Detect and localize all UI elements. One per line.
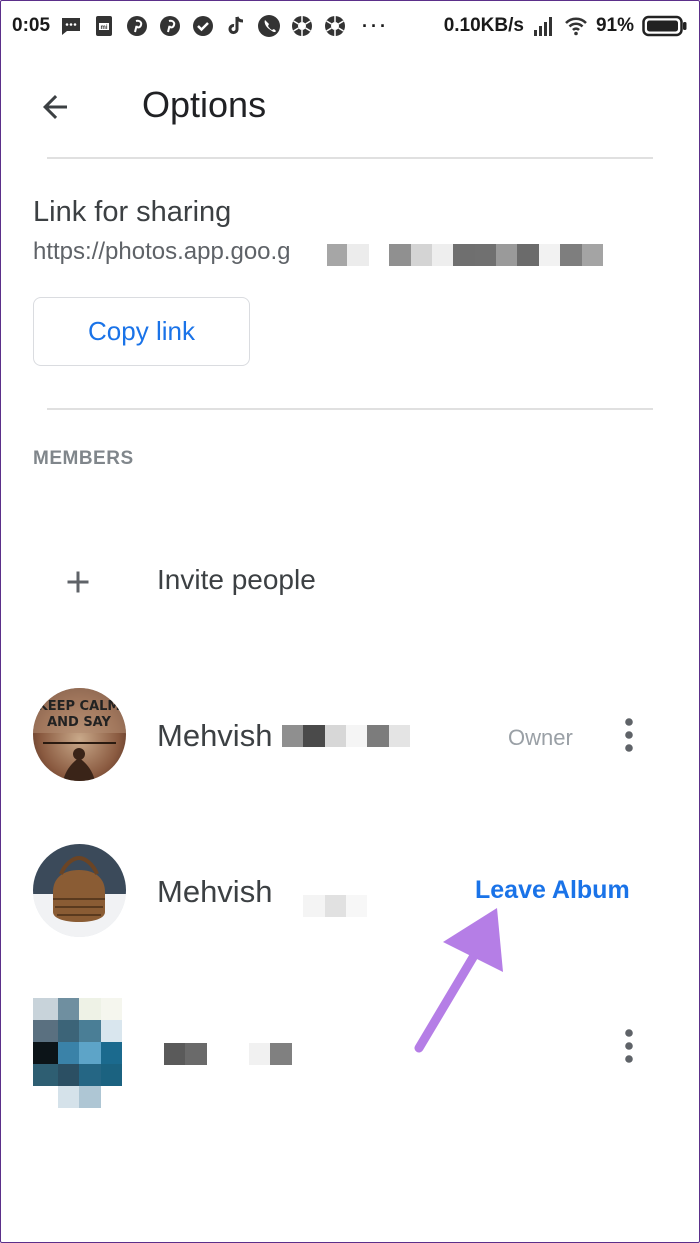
pinterest-icon xyxy=(125,14,149,38)
invite-people-label: Invite people xyxy=(157,564,316,595)
aperture-icon xyxy=(290,14,314,38)
sharing-label: Link for sharing xyxy=(33,196,232,228)
tiktok-icon xyxy=(224,14,248,38)
more-options-button[interactable] xyxy=(612,1024,646,1068)
status-bar-right: 0.10KB/s 91% xyxy=(444,14,688,38)
avatar: KEEP CALM AND SAY xyxy=(33,688,126,781)
phone-icon xyxy=(257,14,281,38)
member-row[interactable] xyxy=(0,998,700,1108)
more-vert-icon xyxy=(625,718,633,752)
pinterest-icon xyxy=(158,14,182,38)
overflow-notifications: ··· xyxy=(362,15,390,36)
avatar xyxy=(33,998,126,1108)
aperture-icon xyxy=(323,14,347,38)
role-label: Owner xyxy=(508,725,573,750)
member-row[interactable]: Mehvish Leave Album xyxy=(0,844,700,944)
message-icon xyxy=(59,14,83,38)
status-bar: 0:05 mi ··· 0.10KB/s 91% xyxy=(0,0,700,52)
check-circle-icon xyxy=(191,14,215,38)
app-bar: Options xyxy=(0,60,700,150)
plus-icon xyxy=(67,571,89,593)
page-title: Options xyxy=(142,84,267,125)
sharing-url[interactable]: https://photos.app.goo.g xyxy=(33,238,291,266)
arrow-back-icon xyxy=(43,95,67,119)
signal-icon xyxy=(532,14,556,38)
avatar xyxy=(33,844,126,937)
member-name: Mehvish xyxy=(157,718,273,753)
copy-link-button[interactable]: Copy link xyxy=(33,297,250,366)
mi-icon: mi xyxy=(92,14,116,38)
member-row[interactable]: KEEP CALM AND SAY Mehvish Owner xyxy=(0,688,700,788)
battery-icon xyxy=(642,15,688,37)
members-section-header: MEMBERS xyxy=(33,448,134,469)
status-time: 0:05 xyxy=(12,15,51,36)
more-vert-icon xyxy=(625,1029,633,1063)
wifi-icon xyxy=(564,14,588,38)
status-bar-left: 0:05 mi ··· xyxy=(12,14,395,38)
avatar-caption: KEEP CALM xyxy=(38,699,121,714)
divider xyxy=(47,157,653,159)
copy-link-label: Copy link xyxy=(88,316,195,346)
battery-percent: 91% xyxy=(595,15,634,36)
member-name: Mehvish xyxy=(157,874,273,909)
more-options-button[interactable] xyxy=(612,713,646,757)
network-speed: 0.10KB/s xyxy=(443,15,524,36)
divider xyxy=(47,408,653,410)
invite-people-row[interactable]: Invite people xyxy=(0,540,700,624)
avatar-caption: AND SAY xyxy=(47,715,111,730)
back-button[interactable] xyxy=(30,82,80,132)
leave-album-link[interactable]: Leave Album xyxy=(475,876,630,905)
sharing-url-text: https://photos.app.goo.g xyxy=(33,238,291,265)
svg-text:mi: mi xyxy=(101,25,108,31)
